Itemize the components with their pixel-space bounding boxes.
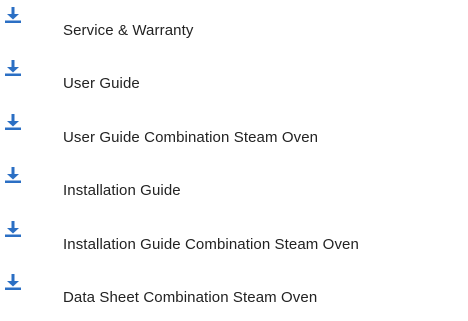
download-item-data-sheet-combination-steam-oven[interactable]: Data Sheet Combination Steam Oven [0, 273, 468, 313]
download-item-user-guide-combination-steam-oven[interactable]: User Guide Combination Steam Oven [0, 113, 468, 153]
download-item-installation-guide[interactable]: Installation Guide [0, 166, 468, 206]
download-link-label[interactable]: User Guide Combination Steam Oven [63, 129, 318, 147]
download-item-user-guide[interactable]: User Guide [0, 59, 468, 99]
download-link-label[interactable]: Service & Warranty [63, 22, 193, 40]
download-arrow-icon[interactable] [4, 59, 22, 77]
download-arrow-icon[interactable] [4, 273, 22, 291]
download-arrow-icon[interactable] [4, 220, 22, 238]
download-link-label[interactable]: Installation Guide [63, 182, 181, 200]
download-item-service-warranty[interactable]: Service & Warranty [0, 6, 468, 46]
download-link-label[interactable]: Data Sheet Combination Steam Oven [63, 289, 317, 307]
download-arrow-icon[interactable] [4, 6, 22, 24]
download-arrow-icon[interactable] [4, 166, 22, 184]
download-list: Service & Warranty User Guide User Guide… [0, 0, 468, 321]
download-item-installation-guide-combination-steam-oven[interactable]: Installation Guide Combination Steam Ove… [0, 220, 468, 260]
download-link-label[interactable]: User Guide [63, 75, 140, 93]
download-arrow-icon[interactable] [4, 113, 22, 131]
download-link-label[interactable]: Installation Guide Combination Steam Ove… [63, 236, 359, 254]
